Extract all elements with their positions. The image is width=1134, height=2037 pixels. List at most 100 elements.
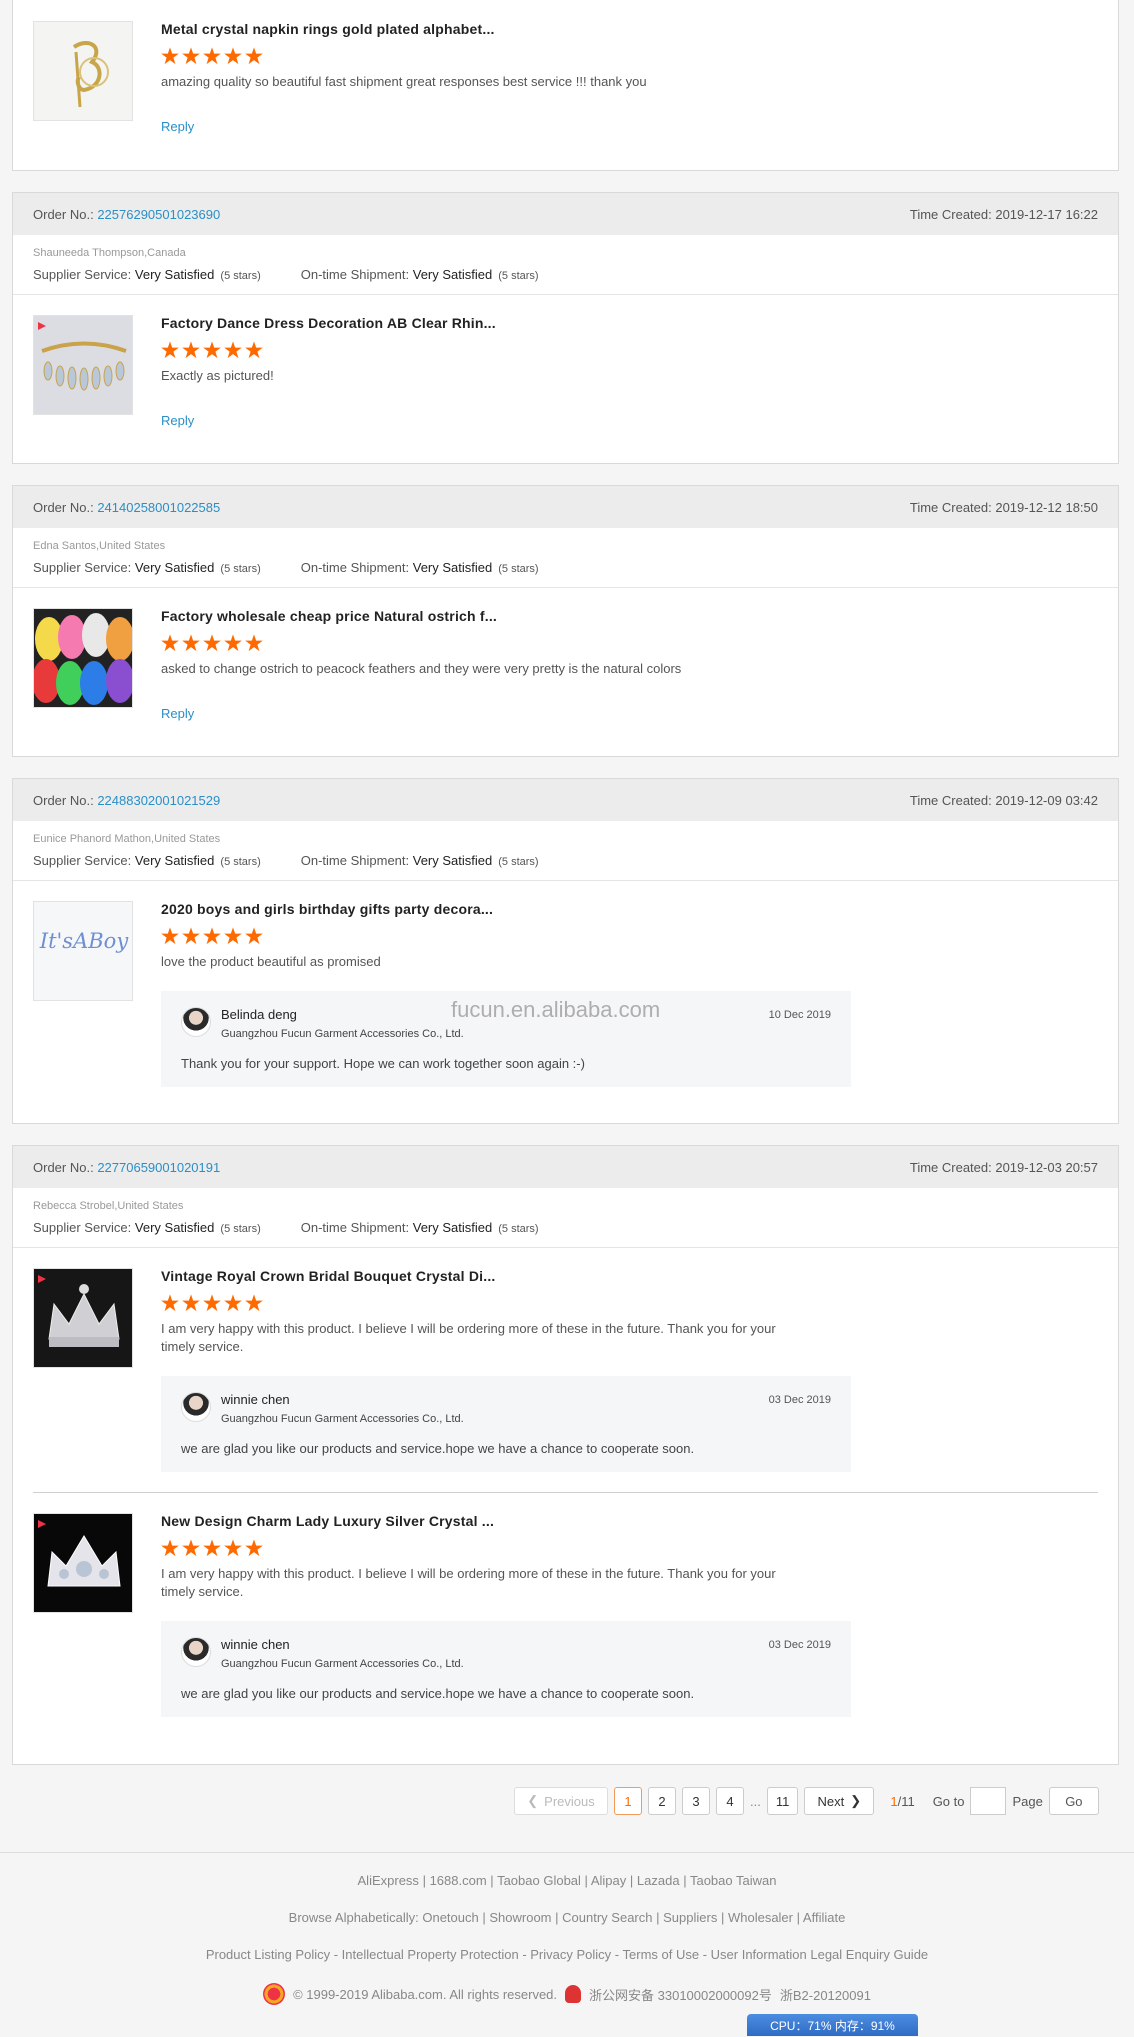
- product-title[interactable]: Factory wholesale cheap price Natural os…: [161, 608, 1098, 624]
- footer-link[interactable]: User Information Legal Enquiry Guide: [711, 1947, 929, 1962]
- review-comment: love the product beautiful as promised: [161, 954, 381, 969]
- icp-link-2[interactable]: 浙B2-20120091: [780, 1985, 871, 2004]
- footer-link[interactable]: Lazada: [637, 1873, 680, 1888]
- star-icon: [161, 1294, 179, 1312]
- browse-label: Browse Alphabetically:: [288, 1910, 419, 1925]
- reply-link[interactable]: Reply: [161, 119, 194, 134]
- star-icon: [224, 1294, 242, 1312]
- buyer-name: Rebecca Strobel,United States: [33, 1200, 184, 1212]
- rating-stars: [161, 47, 1098, 65]
- shipment-rating: On-time Shipment: Very Satisfied (5 stars…: [300, 560, 539, 575]
- copyright-text: © 1999-2019 Alibaba.com. All rights rese…: [293, 1986, 558, 2002]
- footer-link[interactable]: Intellectual Property Protection: [342, 1947, 519, 1962]
- footer-link[interactable]: Affiliate: [803, 1910, 845, 1925]
- reply-company: Guangzhou Fucun Garment Accessories Co.,…: [221, 1413, 464, 1425]
- time-created: Time Created: 2019-12-17 16:22: [909, 206, 1098, 222]
- footer-link[interactable]: Showroom: [489, 1910, 551, 1925]
- footer-link[interactable]: Taobao Taiwan: [690, 1873, 777, 1888]
- review-comment: I am very happy with this product. I bel…: [161, 1321, 776, 1354]
- reply-date: 10 Dec 2019: [768, 1009, 831, 1021]
- product-thumbnail[interactable]: [33, 315, 133, 415]
- footer-link[interactable]: Product Listing Policy: [206, 1947, 330, 1962]
- footer-link[interactable]: Suppliers: [663, 1910, 717, 1925]
- review-item: Factory wholesale cheap price Natural os…: [13, 588, 1118, 743]
- buyer-name: Edna Santos,United States: [33, 540, 166, 552]
- order-header: Order No.: 22488302001021529 Time Create…: [13, 779, 1118, 821]
- order-header: Order No.: 24140258001022585 Time Create…: [13, 486, 1118, 528]
- supplier-service-rating: Supplier Service: Very Satisfied (5 stars…: [33, 1220, 261, 1235]
- footer-link[interactable]: AliExpress: [358, 1873, 419, 1888]
- star-icon: [161, 341, 179, 359]
- star-icon: [245, 1539, 263, 1557]
- reply-text: we are glad you like our products and se…: [181, 1441, 695, 1456]
- reply-date: 03 Dec 2019: [768, 1394, 831, 1406]
- seller-reply: winnie chen Guangzhou Fucun Garment Acce…: [161, 1376, 851, 1472]
- review-card: Order No.: 22770659001020191 Time Create…: [12, 1145, 1119, 1765]
- supplier-service-rating: Supplier Service: Very Satisfied (5 stars…: [33, 560, 261, 575]
- star-icon: [161, 47, 179, 65]
- next-page-button[interactable]: Next ❯: [804, 1787, 875, 1815]
- star-icon: [245, 47, 263, 65]
- previous-page-button[interactable]: ❮ Previous: [514, 1787, 608, 1815]
- watermark: fucun.en.alibaba.com: [451, 997, 661, 1022]
- star-icon: [224, 1539, 242, 1557]
- order-number-link[interactable]: 22576290501023690: [97, 207, 220, 222]
- page-button-last[interactable]: 11: [766, 1787, 799, 1815]
- footer-link[interactable]: Alipay: [591, 1873, 626, 1888]
- review-comment: Exactly as pictured!: [161, 368, 274, 383]
- product-thumbnail[interactable]: [33, 1268, 133, 1368]
- star-icon: [161, 634, 179, 652]
- pagination-ellipsis: ...: [750, 1793, 761, 1809]
- star-icon: [245, 1294, 263, 1312]
- order-number-link[interactable]: 24140258001022585: [97, 500, 220, 515]
- system-status-bar: CPU：71% 内存：91%: [747, 2014, 918, 2036]
- product-title[interactable]: Vintage Royal Crown Bridal Bouquet Cryst…: [161, 1268, 1098, 1284]
- icp-link[interactable]: 浙公网安备 33010002000092号: [589, 1985, 772, 2004]
- review-card: Order No.: 22576290501023690 Time Create…: [12, 192, 1119, 464]
- footer-link[interactable]: 1688.com: [430, 1873, 487, 1888]
- star-icon: [203, 341, 221, 359]
- product-thumbnail[interactable]: [33, 21, 133, 121]
- footer-link[interactable]: Wholesaler: [728, 1910, 793, 1925]
- page-button-4[interactable]: 4: [716, 1787, 744, 1815]
- footer-link[interactable]: Country Search: [562, 1910, 652, 1925]
- order-label: Order No.:: [33, 792, 94, 808]
- footer-link[interactable]: Onetouch: [422, 1910, 478, 1925]
- rating-stars: [161, 1294, 1098, 1312]
- review-card: Order No.: 22488302001021529 Time Create…: [12, 778, 1119, 1124]
- page-button-2[interactable]: 2: [648, 1787, 676, 1815]
- review-card: Order No.: 24140258001022585 Time Create…: [12, 485, 1119, 757]
- reply-link[interactable]: Reply: [161, 706, 194, 721]
- footer-link[interactable]: Taobao Global: [497, 1873, 581, 1888]
- buyer-name: Shauneeda Thompson,Canada: [33, 247, 186, 259]
- star-icon: [245, 341, 263, 359]
- star-icon: [245, 927, 263, 945]
- footer-links-group: AliExpress | 1688.com | Taobao Global | …: [357, 1873, 777, 1888]
- footer: AliExpress | 1688.com | Taobao Global | …: [0, 1852, 1134, 2037]
- star-icon: [203, 47, 221, 65]
- product-thumbnail[interactable]: [33, 1513, 133, 1613]
- go-button[interactable]: Go: [1048, 1787, 1099, 1815]
- rating-stars: [161, 341, 1098, 359]
- product-thumbnail[interactable]: [33, 608, 133, 708]
- reply-link[interactable]: Reply: [161, 413, 194, 428]
- page-button-1[interactable]: 1: [614, 1787, 642, 1815]
- avatar: [181, 1637, 211, 1667]
- order-number-link[interactable]: 22488302001021529: [97, 793, 220, 808]
- page-label: Page: [1012, 1793, 1043, 1809]
- page-button-3[interactable]: 3: [682, 1787, 710, 1815]
- product-title[interactable]: 2020 boys and girls birthday gifts party…: [161, 901, 1098, 917]
- star-icon: [224, 634, 242, 652]
- star-icon: [203, 927, 221, 945]
- product-thumbnail[interactable]: It'sABoy: [33, 901, 133, 1001]
- goto-page-input[interactable]: [970, 1787, 1007, 1815]
- product-title[interactable]: Metal crystal napkin rings gold plated a…: [161, 21, 1098, 37]
- footer-link[interactable]: Privacy Policy: [530, 1947, 611, 1962]
- supplier-service-rating: Supplier Service: Very Satisfied (5 stars…: [33, 853, 261, 868]
- star-icon: [224, 927, 242, 945]
- star-icon: [182, 1294, 200, 1312]
- product-title[interactable]: Factory Dance Dress Decoration AB Clear …: [161, 315, 1098, 331]
- product-title[interactable]: New Design Charm Lady Luxury Silver Crys…: [161, 1513, 1098, 1529]
- footer-link[interactable]: Terms of Use: [623, 1947, 700, 1962]
- order-number-link[interactable]: 22770659001020191: [97, 1160, 220, 1175]
